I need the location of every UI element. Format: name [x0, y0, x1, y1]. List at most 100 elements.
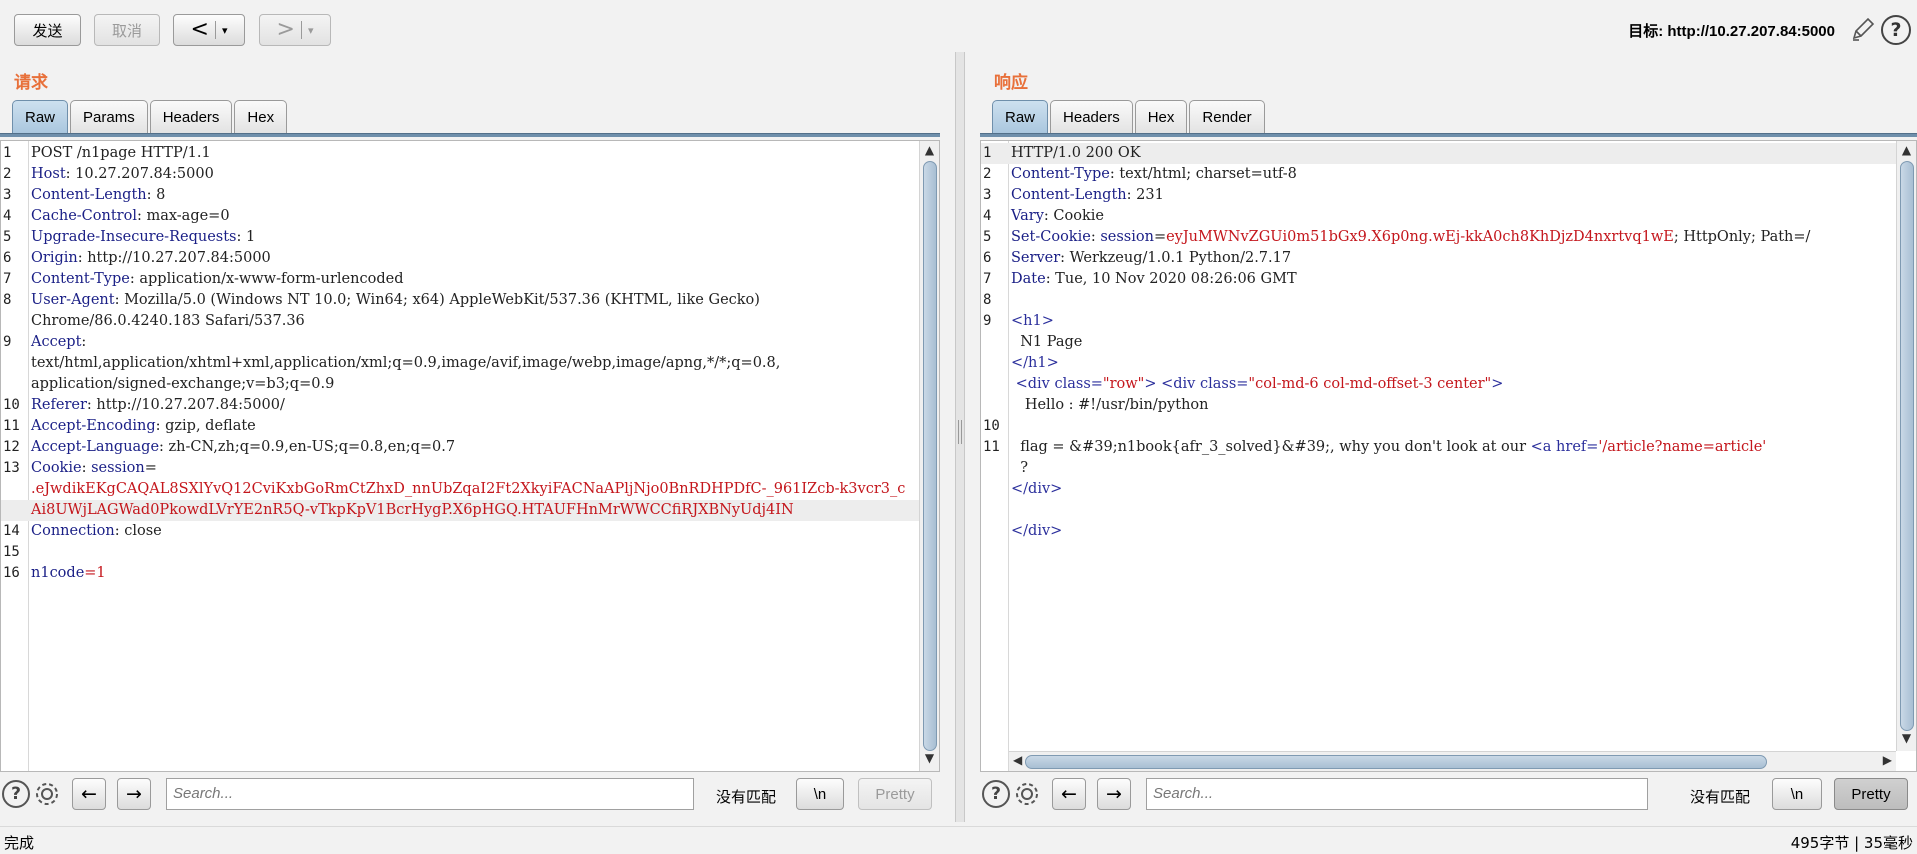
line-text: application/signed-exchange;v=b3;q=0.9 — [29, 374, 919, 395]
code-token: Accept-Language — [31, 439, 160, 455]
chevron-down-icon[interactable]: ▾ — [222, 24, 228, 37]
line-text: Content-Type: text/html; charset=utf-8 — [1009, 164, 1896, 185]
code-line: 2 Host: 10.27.207.84:5000 — [1, 164, 919, 185]
tab-hex[interactable]: Hex — [234, 100, 288, 134]
search-prev-button[interactable]: ← — [72, 778, 106, 810]
code-token: eyJuMWNvZGUi0m51bGx9.X6p0ng.wEj-kkA0ch8K… — [1166, 229, 1674, 245]
scroll-left-icon[interactable]: ◀ — [1013, 753, 1022, 767]
search-input[interactable]: Search... — [1146, 778, 1648, 810]
line-text: Host: 10.27.207.84:5000 — [29, 164, 919, 185]
scroll-up-icon[interactable]: ▲ — [1897, 143, 1916, 161]
panel-splitter[interactable] — [955, 52, 965, 822]
line-number: 1 — [983, 145, 992, 161]
horizontal-scrollbar[interactable]: ◀ ▶ — [1009, 751, 1896, 771]
line-text: .eJwdikEKgCAQAL8SXlYvQ12CviKxbGoRmCtZhxD… — [29, 479, 919, 500]
line-text: <h1> — [1009, 311, 1896, 332]
code-token: : 10.27.207.84:5000 — [65, 166, 214, 182]
scroll-down-icon[interactable]: ▼ — [1897, 731, 1916, 749]
code-token: > <div — [1144, 376, 1200, 392]
tab-params[interactable]: Params — [70, 100, 148, 134]
help-icon[interactable]: ? — [982, 780, 1010, 808]
line-number — [981, 353, 1009, 374]
code-token: : — [1090, 229, 1101, 245]
code-token: : — [81, 334, 87, 350]
code-line: </div> — [981, 479, 1896, 500]
code-line: 13 Cookie: session= — [1, 458, 919, 479]
request-tabs: Raw Params Headers Hex — [12, 100, 288, 134]
send-button[interactable]: 发送 — [14, 14, 81, 46]
tab-render[interactable]: Render — [1189, 100, 1265, 134]
line-number: 15 — [3, 544, 20, 560]
line-number: 8 — [983, 292, 992, 308]
tab-headers[interactable]: Headers — [149, 100, 233, 134]
edit-icon[interactable] — [1850, 16, 1876, 42]
scroll-thumb[interactable] — [1900, 161, 1914, 731]
arrow-right-icon: → — [1106, 783, 1122, 805]
code-token: Chrome/86.0.4240.183 Safari/537.36 — [31, 313, 305, 329]
code-token: Content-Length — [1011, 187, 1127, 203]
request-code[interactable]: 1 POST /n1page HTTP/1.1 2 Host: 10.27.207.8… — [1, 143, 919, 584]
tab-raw[interactable]: Raw — [12, 100, 69, 134]
response-code[interactable]: 1 HTTP/1.0 200 OK 2 Content-Type: text/html… — [981, 143, 1896, 542]
history-forward-button[interactable]: > ▾ — [259, 14, 331, 46]
chevron-down-icon[interactable]: ▾ — [308, 24, 314, 37]
newline-toggle-button[interactable]: \n — [1772, 778, 1822, 810]
settings-icon[interactable] — [1013, 780, 1041, 812]
line-text: ? — [1009, 458, 1896, 479]
request-editor[interactable]: 1 POST /n1page HTTP/1.1 2 Host: 10.27.207.8… — [0, 140, 940, 772]
line-text: POST /n1page HTTP/1.1 — [29, 143, 919, 164]
scroll-thumb[interactable] — [1025, 755, 1767, 769]
request-panel: 请求 Raw Params Headers Hex 1 POST /n1page HTT… — [0, 52, 945, 822]
no-match-label: 没有匹配 — [716, 788, 777, 806]
code-token: Accept-Encoding — [31, 418, 156, 434]
vertical-scrollbar[interactable]: ▲ ▼ — [1896, 141, 1916, 751]
line-number — [981, 332, 1009, 353]
code-line: .eJwdikEKgCAQAL8SXlYvQ12CviKxbGoRmCtZhxD… — [1, 479, 919, 500]
search-next-button[interactable]: → — [117, 778, 151, 810]
help-icon[interactable]: ? — [1881, 15, 1911, 45]
line-number — [981, 374, 1009, 395]
scroll-up-icon[interactable]: ▲ — [920, 143, 939, 161]
scroll-right-icon[interactable]: ▶ — [1883, 753, 1892, 767]
code-line: Ai8UWjLAGWad0PkowdLVrYE2nR5Q-vTkpKpV1Bcr… — [1, 500, 919, 521]
status-text: 完成 — [4, 834, 35, 852]
code-token: > — [1491, 376, 1504, 392]
line-number: 9 — [983, 313, 992, 329]
help-icon[interactable]: ? — [2, 780, 30, 808]
search-prev-button[interactable]: ← — [1052, 778, 1086, 810]
code-line: 7 Content-Type: application/x-www-form-ur… — [1, 269, 919, 290]
tab-underline — [980, 133, 1917, 137]
line-number — [1, 479, 29, 500]
scroll-thumb[interactable] — [923, 161, 937, 751]
line-text — [1009, 416, 1896, 437]
cancel-button[interactable]: 取消 — [94, 14, 160, 46]
code-line: 11 Accept-Encoding: gzip, deflate — [1, 416, 919, 437]
tab-raw[interactable]: Raw — [992, 100, 1049, 134]
code-line: N1 Page — [981, 332, 1896, 353]
line-text: Server: Werkzeug/1.0.1 Python/2.7.17 — [1009, 248, 1896, 269]
settings-icon[interactable] — [33, 780, 61, 812]
tab-hex[interactable]: Hex — [1134, 100, 1188, 134]
pretty-button[interactable]: Pretty — [858, 778, 932, 810]
pretty-button[interactable]: Pretty — [1834, 778, 1908, 810]
line-text: <div class="row"> <div class="col-md-6 c… — [1009, 374, 1896, 395]
code-token: User-Agent — [31, 292, 115, 308]
line-text: Origin: http://10.27.207.84:5000 — [29, 248, 919, 269]
tab-headers[interactable]: Headers — [1050, 100, 1133, 134]
line-text: </div> — [1009, 521, 1896, 542]
scroll-down-icon[interactable]: ▼ — [920, 751, 939, 769]
search-input[interactable]: Search... — [166, 778, 694, 810]
search-next-button[interactable]: → — [1097, 778, 1131, 810]
line-text: Content-Length: 231 — [1009, 185, 1896, 206]
newline-toggle-button[interactable]: \n — [796, 778, 844, 810]
code-token: : Mozilla/5.0 (Windows NT 10.0; Win64; x… — [114, 292, 760, 308]
code-token: Accept — [31, 334, 82, 350]
code-token: .eJwdikEKgCAQAL8SXlYvQ12CviKxbGoRmCtZhxD… — [31, 481, 906, 497]
forward-arrow-icon: > — [276, 17, 295, 42]
response-editor[interactable]: 1 HTTP/1.0 200 OK 2 Content-Type: text/html… — [980, 140, 1917, 772]
code-token: '/article?name=article' — [1598, 439, 1767, 455]
code-token: : http://10.27.207.84:5000/ — [86, 397, 285, 413]
vertical-scrollbar[interactable]: ▲ ▼ — [919, 141, 939, 771]
code-token: application/signed-exchange;v=b3;q=0.9 — [31, 376, 335, 392]
history-back-button[interactable]: < ▾ — [173, 14, 245, 46]
